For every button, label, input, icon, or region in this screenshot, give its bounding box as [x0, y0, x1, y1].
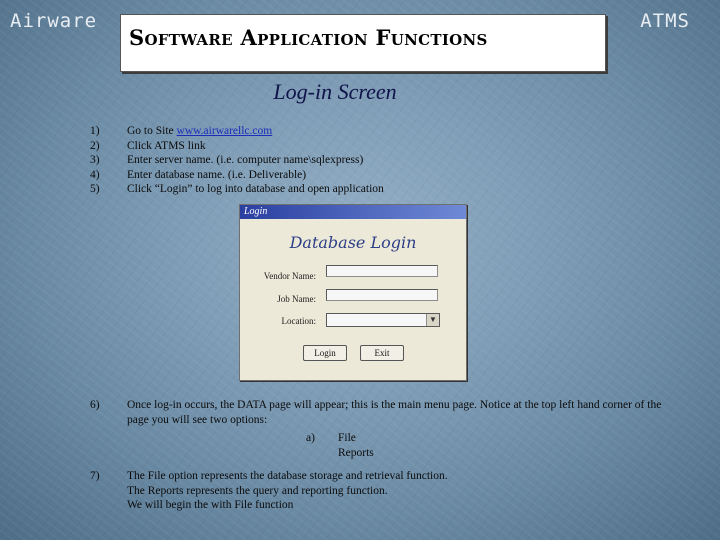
- title-box: Software Application Functions: [120, 14, 606, 72]
- step-text: Once log-in occurs, the DATA page will a…: [127, 399, 662, 426]
- option-reports: Reports: [338, 446, 374, 459]
- brand-atms: ATMS: [640, 10, 690, 32]
- step-text-line: The Reports represents the query and rep…: [127, 484, 388, 497]
- list-item: 4) Enter database name. (i.e. Deliverabl…: [90, 168, 384, 183]
- exit-button[interactable]: Exit: [360, 345, 404, 361]
- step-number: 4): [90, 168, 100, 181]
- dialog-heading: Database Login: [289, 233, 417, 252]
- vendor-name-label: Vendor Name:: [263, 271, 316, 281]
- step-text: Go to Site www.airwarellc.com: [127, 125, 273, 137]
- list-item: 5) Click “Login” to log into database an…: [90, 182, 384, 197]
- options-list: a) File Reports: [306, 431, 374, 460]
- location-select[interactable]: ▼: [326, 313, 440, 327]
- list-item: 1) Go to Site www.airwarellc.com: [90, 124, 384, 139]
- steps-list: 1) Go to Site www.airwarellc.com 2) Clic…: [90, 124, 384, 197]
- step-number: 7): [90, 470, 100, 482]
- step-text: Enter database name. (i.e. Deliverable): [127, 168, 307, 181]
- slide-title: Software Application Functions: [129, 25, 488, 50]
- step-text: Click “Login” to log into database and o…: [127, 183, 384, 195]
- slide-subtitle: Log-in Screen: [273, 79, 397, 104]
- chevron-down-icon[interactable]: ▼: [426, 314, 439, 326]
- option-letter: a): [306, 432, 315, 444]
- step-number: 1): [90, 125, 100, 137]
- list-item: 3) Enter server name. (i.e. computer nam…: [90, 153, 384, 168]
- dialog-titlebar[interactable]: Login: [240, 205, 466, 219]
- brand-airware: Airware: [10, 10, 98, 32]
- option-file: File: [338, 432, 356, 444]
- step-number: 2): [90, 139, 100, 152]
- step-number: 5): [90, 183, 100, 195]
- job-name-input[interactable]: [326, 289, 438, 301]
- step-text-line: The File option represents the database …: [127, 470, 448, 482]
- step-number: 3): [90, 154, 100, 166]
- list-item: 2) Click ATMS link: [90, 139, 384, 154]
- step-text: Click ATMS link: [127, 139, 206, 152]
- login-dialog: Login Database Login Vendor Name: Job Na…: [239, 204, 467, 381]
- job-name-label: Job Name:: [277, 294, 316, 304]
- vendor-name-input[interactable]: [326, 265, 438, 277]
- login-button[interactable]: Login: [303, 345, 347, 361]
- step-7: 7) The File option represents the databa…: [90, 469, 448, 513]
- site-link[interactable]: www.airwarellc.com: [177, 125, 273, 137]
- step-number: 6): [90, 399, 100, 411]
- step-text: Enter server name. (i.e. computer name\s…: [127, 154, 364, 166]
- step-text-line: We will begin the with File function: [127, 499, 294, 511]
- location-label: Location:: [281, 316, 317, 326]
- step-6: 6) Once log-in occurs, the DATA page wil…: [90, 398, 690, 427]
